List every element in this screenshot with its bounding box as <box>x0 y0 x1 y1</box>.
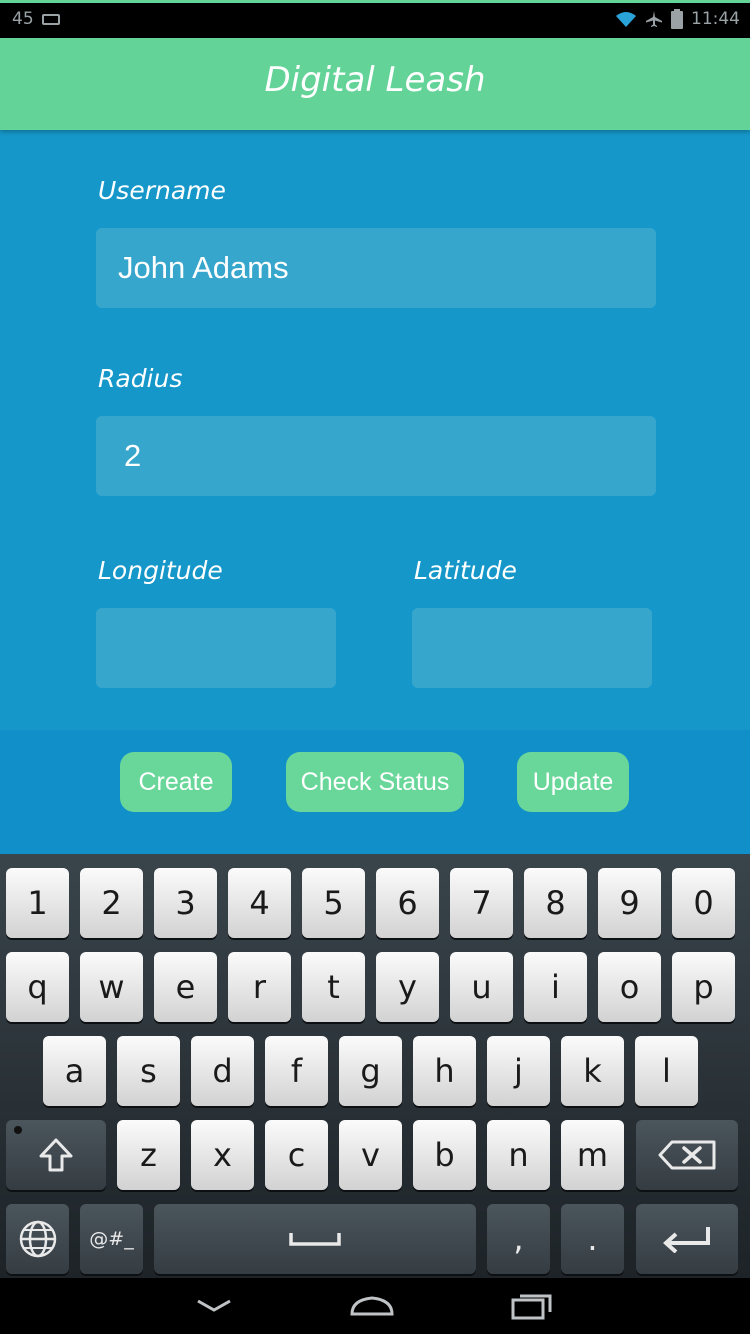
enter-key[interactable] <box>636 1204 738 1274</box>
key-r[interactable]: r <box>228 952 291 1022</box>
key-9[interactable]: 9 <box>598 868 661 938</box>
key-1[interactable]: 1 <box>6 868 69 938</box>
language-key[interactable] <box>6 1204 69 1274</box>
key-y[interactable]: y <box>376 952 439 1022</box>
key-o[interactable]: o <box>598 952 661 1022</box>
soft-keyboard: 1 2 3 4 5 6 7 8 9 0 q w e r t y u i o p … <box>0 854 750 1278</box>
keyboard-icon <box>41 13 60 25</box>
period-key[interactable]: . <box>561 1204 624 1274</box>
recent-apps-icon[interactable] <box>510 1288 554 1324</box>
shift-key[interactable] <box>6 1120 106 1190</box>
key-0[interactable]: 0 <box>672 868 735 938</box>
key-3[interactable]: 3 <box>154 868 217 938</box>
home-icon[interactable] <box>348 1288 396 1324</box>
space-bar-icon <box>289 1233 341 1246</box>
latitude-label: Latitude <box>414 556 517 585</box>
back-icon[interactable] <box>194 1288 234 1324</box>
globe-icon <box>19 1220 56 1258</box>
key-7[interactable]: 7 <box>450 868 513 938</box>
key-a[interactable]: a <box>43 1036 106 1106</box>
key-t[interactable]: t <box>302 952 365 1022</box>
key-5[interactable]: 5 <box>302 868 365 938</box>
create-button[interactable]: Create <box>120 752 232 812</box>
key-n[interactable]: n <box>487 1120 550 1190</box>
app-title: Digital Leash <box>264 60 486 100</box>
button-row: Create Check Status Update <box>0 730 750 854</box>
key-c[interactable]: c <box>265 1120 328 1190</box>
key-q[interactable]: q <box>6 952 69 1022</box>
key-8[interactable]: 8 <box>524 868 587 938</box>
key-w[interactable]: w <box>80 952 143 1022</box>
key-k[interactable]: k <box>561 1036 624 1106</box>
key-g[interactable]: g <box>339 1036 402 1106</box>
space-key[interactable] <box>154 1204 476 1274</box>
key-d[interactable]: d <box>191 1036 254 1106</box>
shift-indicator-icon <box>14 1126 22 1134</box>
enter-icon <box>663 1227 710 1253</box>
key-m[interactable]: m <box>561 1120 624 1190</box>
longitude-field[interactable] <box>96 608 336 688</box>
key-4[interactable]: 4 <box>228 868 291 938</box>
form-area: Username John Adams Radius 2 Longitude L… <box>0 130 750 854</box>
status-left-text: 45 <box>12 9 34 29</box>
key-s[interactable]: s <box>117 1036 180 1106</box>
key-u[interactable]: u <box>450 952 513 1022</box>
backspace-icon <box>658 1140 716 1170</box>
key-b[interactable]: b <box>413 1120 476 1190</box>
key-v[interactable]: v <box>339 1120 402 1190</box>
airplane-icon <box>646 11 662 27</box>
app-bar: Digital Leash <box>0 38 750 130</box>
key-i[interactable]: i <box>524 952 587 1022</box>
battery-icon <box>671 9 683 29</box>
key-2[interactable]: 2 <box>80 868 143 938</box>
key-6[interactable]: 6 <box>376 868 439 938</box>
symbols-key[interactable]: @#_ <box>80 1204 143 1274</box>
comma-key[interactable]: , <box>487 1204 550 1274</box>
key-l[interactable]: l <box>635 1036 698 1106</box>
longitude-label: Longitude <box>98 556 223 585</box>
key-h[interactable]: h <box>413 1036 476 1106</box>
status-bar: 45 11:44 <box>0 0 750 38</box>
check-status-button[interactable]: Check Status <box>286 752 464 812</box>
radius-field[interactable]: 2 <box>96 416 656 496</box>
key-f[interactable]: f <box>265 1036 328 1106</box>
backspace-key[interactable] <box>636 1120 738 1190</box>
status-right: 11:44 <box>615 9 740 29</box>
username-label: Username <box>98 176 226 205</box>
status-left: 45 <box>12 9 60 29</box>
radius-label: Radius <box>98 364 183 393</box>
radius-value: 2 <box>124 438 142 473</box>
username-field[interactable]: John Adams <box>96 228 656 308</box>
username-value: John Adams <box>118 250 289 285</box>
navigation-bar <box>0 1278 750 1334</box>
key-z[interactable]: z <box>117 1120 180 1190</box>
shift-arrow-icon <box>39 1138 73 1172</box>
key-e[interactable]: e <box>154 952 217 1022</box>
key-x[interactable]: x <box>191 1120 254 1190</box>
status-time: 11:44 <box>691 9 740 29</box>
update-button[interactable]: Update <box>517 752 629 812</box>
latitude-field[interactable] <box>412 608 652 688</box>
key-p[interactable]: p <box>672 952 735 1022</box>
wifi-icon <box>616 12 636 27</box>
key-j[interactable]: j <box>487 1036 550 1106</box>
